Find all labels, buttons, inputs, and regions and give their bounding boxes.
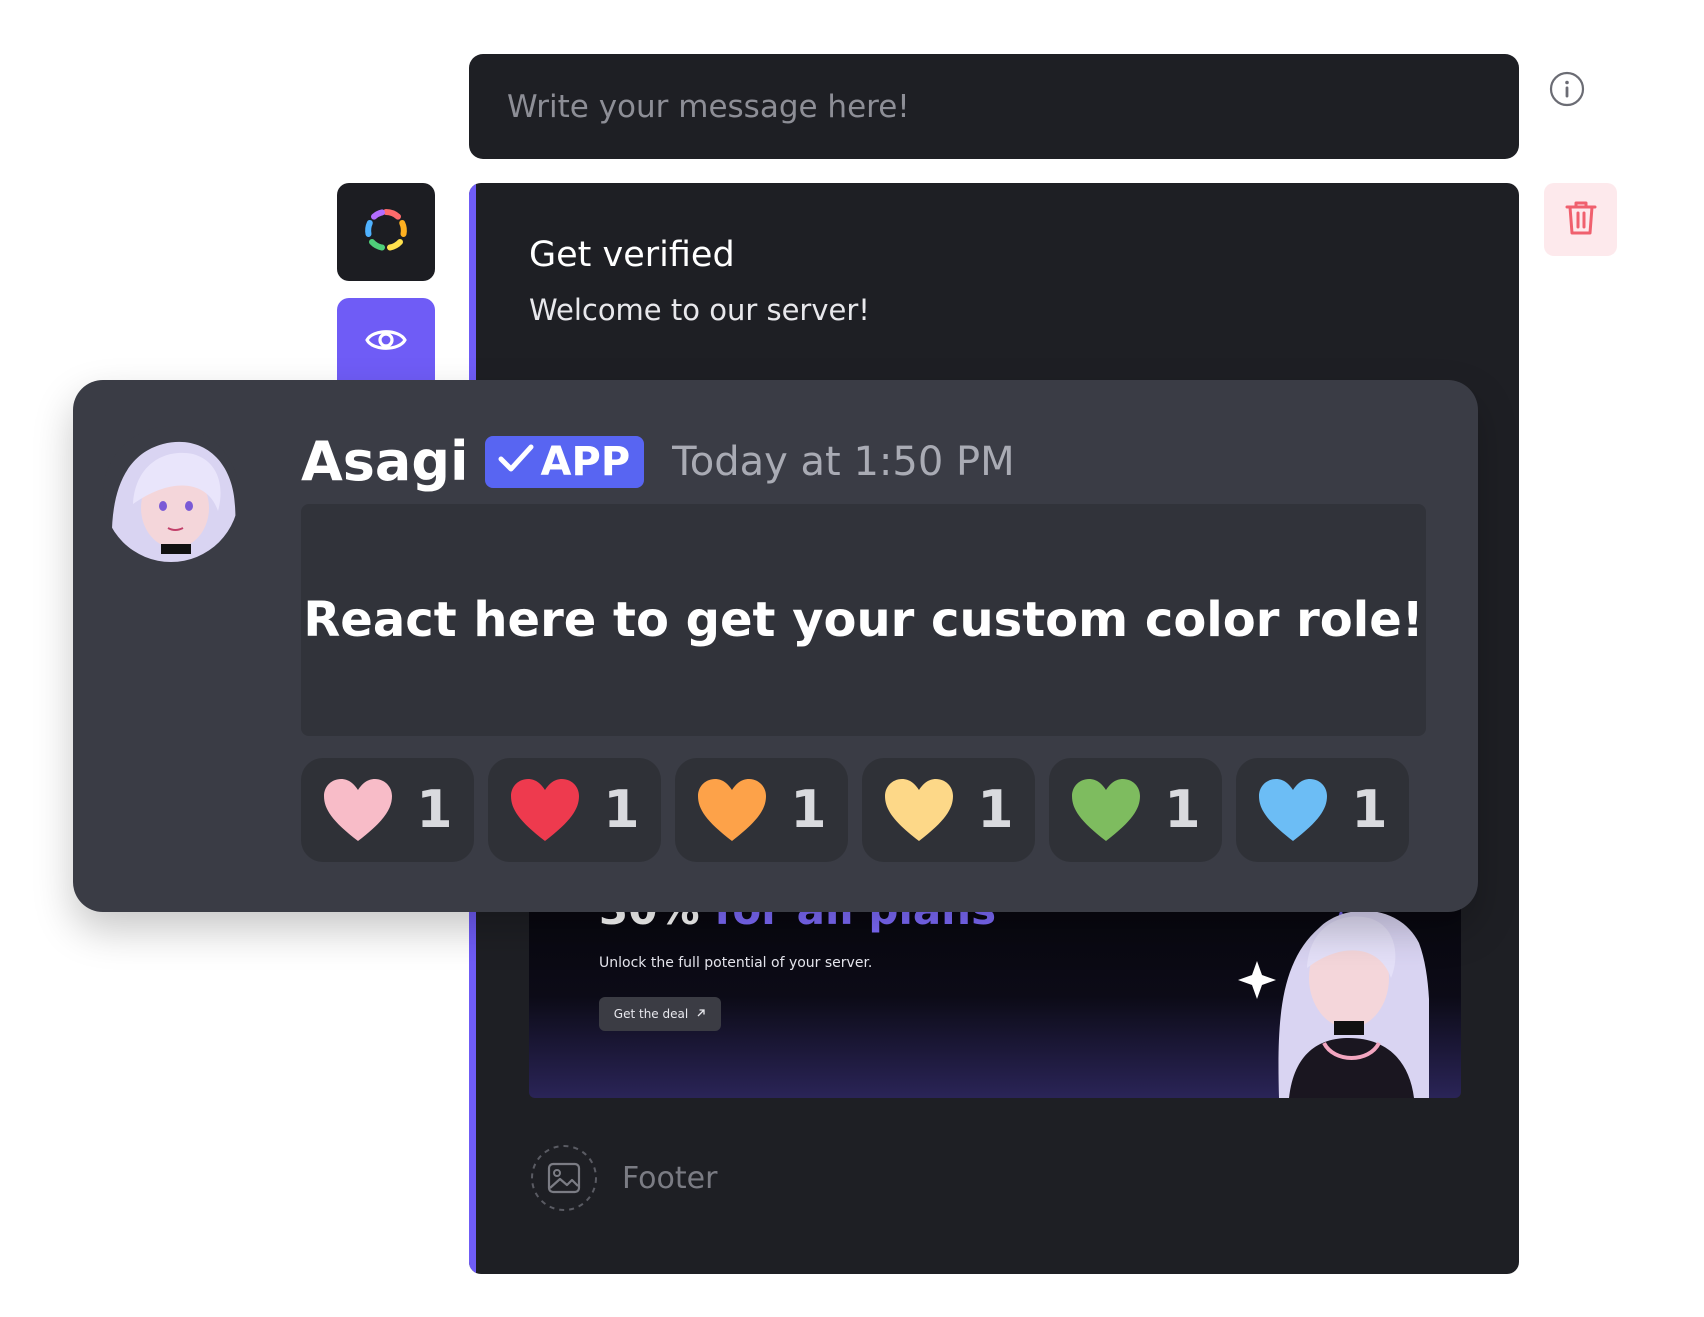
embed-title[interactable]: Get verified [529,235,735,275]
reaction-green-heart[interactable]: 1 [1049,758,1222,862]
blue-heart-icon [1259,779,1328,841]
banner-subtext: Unlock the full potential of your server… [599,955,873,971]
checkmark-icon [497,439,535,485]
message-header: Asagi APP Today at 1:50 PM [301,430,1015,493]
reaction-count: 1 [603,780,640,840]
reaction-count: 1 [416,780,453,840]
message-input[interactable]: Write your message here! [469,54,1519,159]
preview-button[interactable] [337,298,435,386]
color-wheel-icon [363,207,409,257]
image-placeholder-icon[interactable] [529,1143,599,1213]
arrow-up-right-icon [696,1007,706,1021]
reaction-red-heart[interactable]: 1 [488,758,661,862]
preview-embed: React here to get your custom color role… [301,504,1426,736]
app-badge: APP [484,435,645,488]
trash-icon [1563,199,1599,241]
reaction-count: 1 [1164,780,1201,840]
eye-icon [364,318,408,366]
pink-heart-icon [324,779,393,841]
footer-text-field[interactable]: Footer [622,1161,717,1196]
color-picker-button[interactable] [337,183,435,281]
author-name[interactable]: Asagi [301,430,469,493]
get-deal-label: Get the deal [613,1007,689,1021]
message-preview-card: Asagi APP Today at 1:50 PM React here to… [73,380,1478,912]
reaction-count: 1 [1351,780,1388,840]
reaction-orange-heart[interactable]: 1 [675,758,848,862]
reaction-blue-heart[interactable]: 1 [1236,758,1409,862]
reaction-pink-heart[interactable]: 1 [301,758,474,862]
yellow-heart-icon [885,779,954,841]
reaction-count: 1 [977,780,1014,840]
embed-description[interactable]: Welcome to our server! [529,293,870,327]
reactions-row: 1 1 1 1 1 1 [301,758,1409,862]
app-badge-label: APP [540,438,631,485]
green-heart-icon [1072,779,1141,841]
message-timestamp: Today at 1:50 PM [672,438,1015,485]
info-icon[interactable] [1548,70,1586,108]
delete-button[interactable] [1544,183,1617,256]
get-deal-button: Get the deal [599,997,721,1031]
reaction-count: 1 [790,780,827,840]
reaction-yellow-heart[interactable]: 1 [862,758,1035,862]
message-input-placeholder: Write your message here! [507,88,910,125]
avatar [103,426,239,562]
red-heart-icon [511,779,580,841]
orange-heart-icon [698,779,767,841]
preview-embed-text: React here to get your custom color role… [303,592,1424,648]
